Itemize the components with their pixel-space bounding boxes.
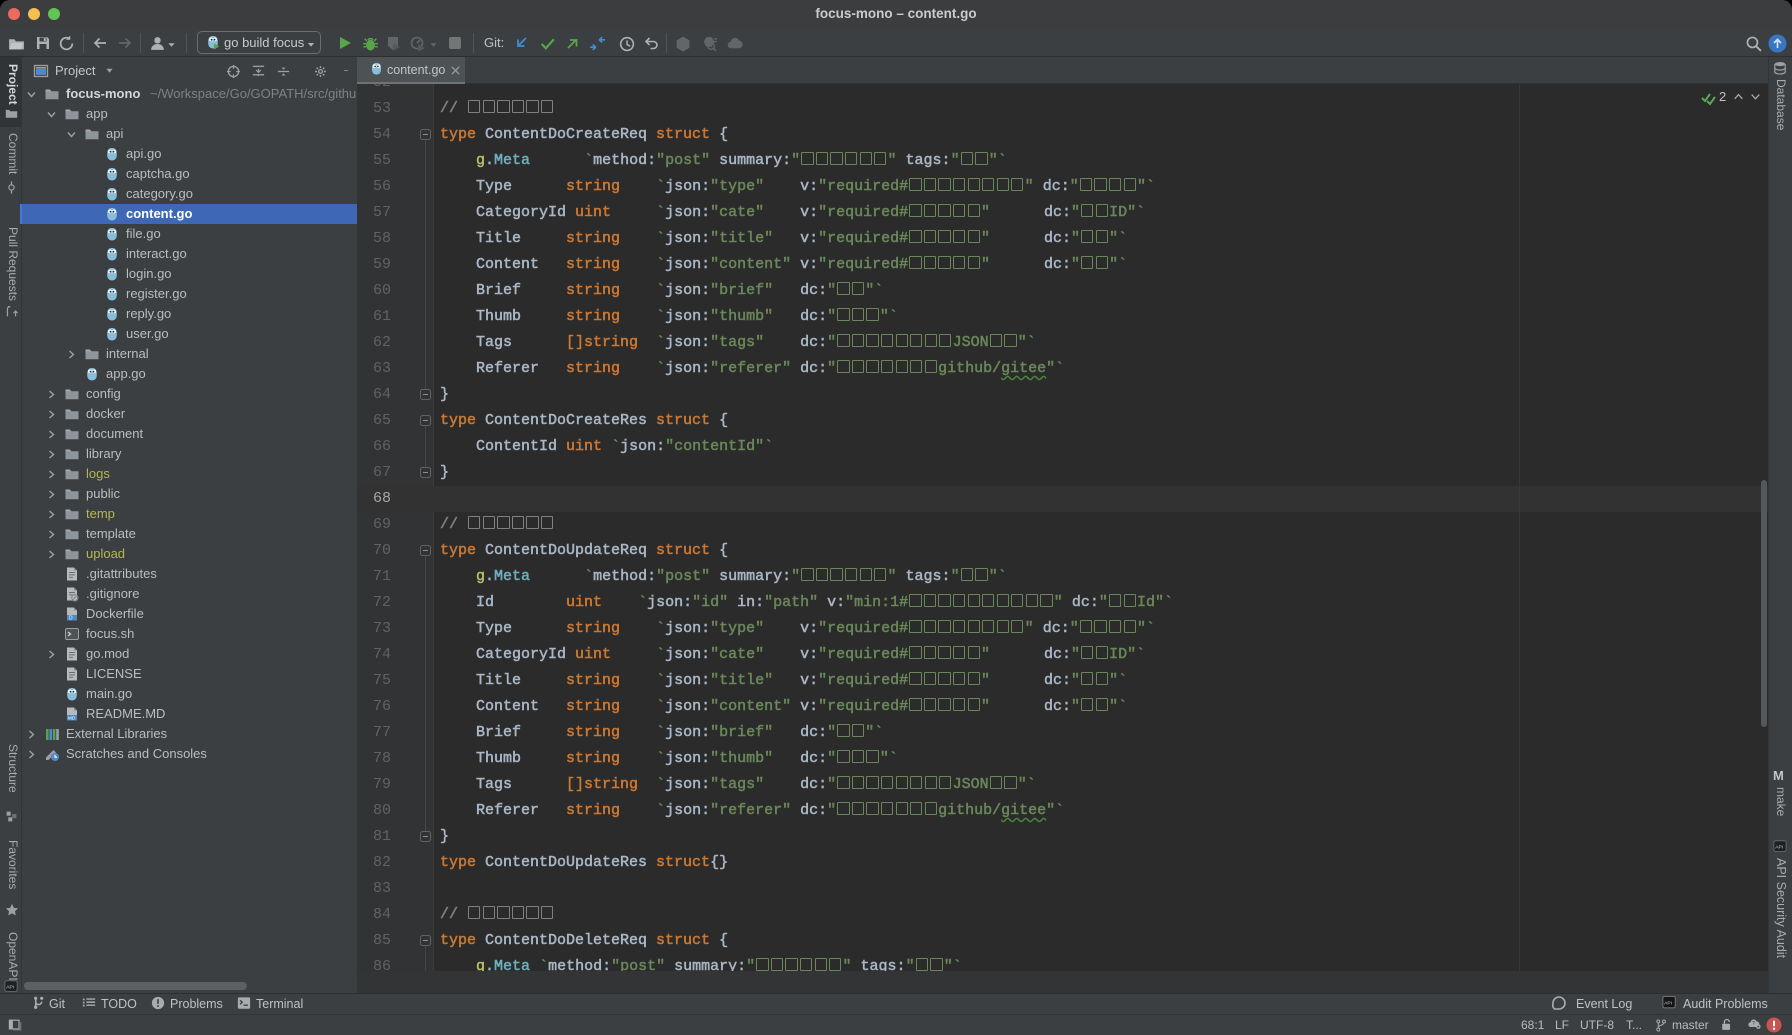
svg-text:D: D xyxy=(69,616,73,622)
svg-text:MD: MD xyxy=(68,716,76,721)
svg-text:API: API xyxy=(1775,844,1783,850)
svg-text:API: API xyxy=(1664,1000,1672,1006)
svg-text:?: ? xyxy=(1752,1021,1755,1027)
